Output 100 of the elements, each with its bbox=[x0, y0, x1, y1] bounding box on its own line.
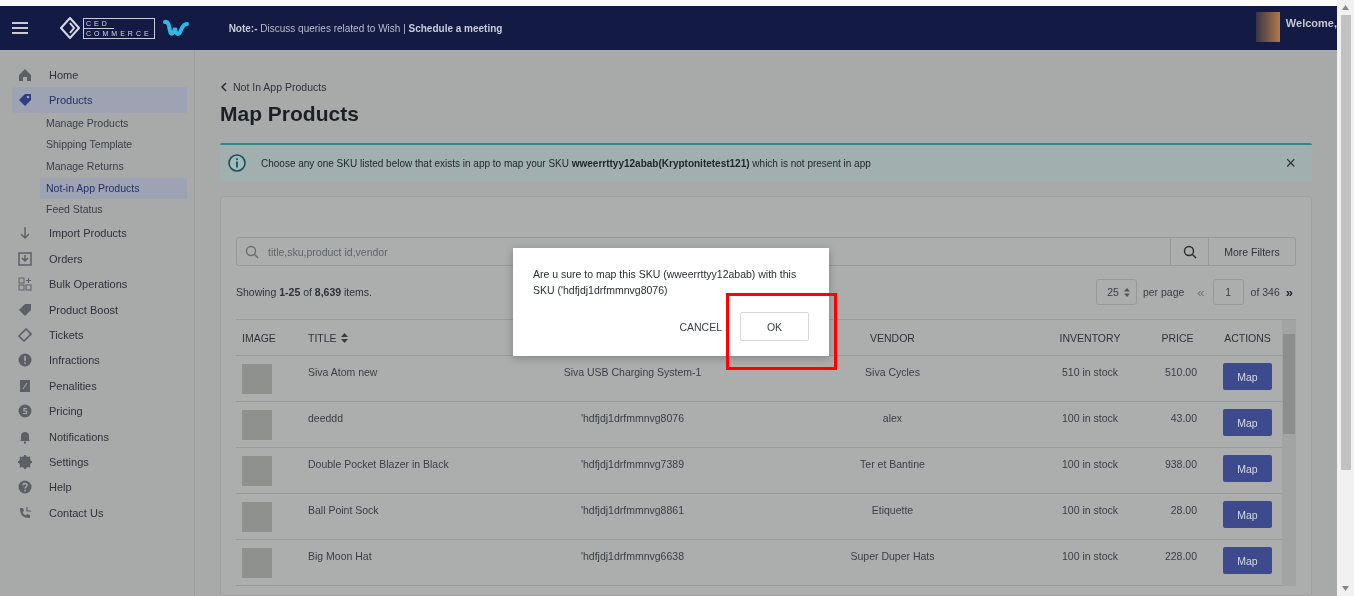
tag-icon bbox=[18, 93, 32, 108]
photo-placeholder bbox=[242, 502, 272, 532]
map-button[interactable]: Map bbox=[1223, 547, 1272, 574]
scrollbar[interactable] bbox=[1282, 320, 1296, 586]
info-message: Choose any one SKU listed below that exists in app to map your SKU wweerrttyy12abab(Kryptonitetest121) which is not present in app bbox=[261, 157, 872, 169]
table-cell-text: 'hdfjdj1drfmmnvg8861 bbox=[580, 503, 685, 518]
dialog-message: Are u sure to map this SKU (wweerrttyy12abab) with this SKU ('hdfjdj1drfmmnvg8076) bbox=[533, 267, 798, 298]
nav-item[interactable]: Product Boost bbox=[12, 296, 187, 323]
cancel-button[interactable]: CANCEL bbox=[673, 319, 728, 334]
up-arrow-icon bbox=[1342, 5, 1349, 10]
map-button[interactable]: Map bbox=[1223, 455, 1272, 482]
photo-placeholder bbox=[242, 456, 272, 486]
nav-item[interactable]: Help bbox=[12, 474, 187, 501]
gear-icon bbox=[18, 454, 32, 469]
nav-subitem[interactable]: Shipping Template bbox=[40, 134, 187, 156]
table-cell-text: Double Pocket Blazer in Black bbox=[307, 457, 450, 472]
table-cell-text: alex bbox=[881, 411, 904, 426]
nav-subitem[interactable]: Feed Status bbox=[40, 199, 187, 221]
table-cell-text: Etiquette bbox=[870, 503, 915, 518]
dollar-icon bbox=[18, 404, 32, 419]
more-filters-button[interactable]: More Filters bbox=[1209, 237, 1296, 266]
table-cell-text: 100 in stock bbox=[1060, 457, 1119, 472]
alert-icon bbox=[18, 353, 32, 368]
table-cell-text: 28.00 bbox=[1169, 503, 1198, 518]
tag-icon bbox=[18, 302, 32, 317]
next-page-button[interactable]: » bbox=[1282, 284, 1296, 300]
nav-subitem[interactable]: Manage Returns bbox=[40, 155, 187, 178]
table-cell-text: Super Duper Hats bbox=[849, 549, 936, 564]
help-icon bbox=[18, 480, 32, 495]
photo-placeholder bbox=[242, 410, 272, 440]
table-cell-text: 43.00 bbox=[1169, 411, 1198, 426]
scrollbar[interactable] bbox=[1337, 0, 1354, 596]
nav-item[interactable]: Infractions bbox=[12, 347, 187, 374]
photo-placeholder bbox=[242, 548, 272, 578]
table-cell-text: 510 in stock bbox=[1060, 365, 1119, 380]
table-cell-text: 228.00 bbox=[1163, 549, 1198, 564]
nav-item[interactable]: Import Products bbox=[12, 220, 187, 247]
search-field[interactable]: title,sku,product id,vendor bbox=[236, 237, 1171, 266]
sort-arrows-icon bbox=[1123, 287, 1130, 297]
nav-subitem[interactable]: Manage Products bbox=[40, 112, 187, 135]
map-button[interactable]: Map bbox=[1223, 363, 1272, 390]
phone-icon bbox=[18, 505, 32, 520]
table-cell-text: 510.00 bbox=[1163, 365, 1198, 380]
table-cell-text: 100 in stock bbox=[1060, 503, 1119, 518]
announcement-text: Note:- Discuss queries related to Wish | Schedule a meeting bbox=[228, 22, 503, 34]
map-button[interactable]: Map bbox=[1223, 409, 1272, 436]
photo-placeholder bbox=[242, 364, 272, 394]
nav-item[interactable]: Pricing bbox=[12, 398, 187, 424]
nav-item[interactable]: Penalities bbox=[12, 373, 187, 399]
home-icon bbox=[18, 67, 32, 82]
search-icon bbox=[245, 245, 259, 259]
info-icon bbox=[228, 154, 246, 172]
wish-logo-icon bbox=[162, 19, 189, 37]
grid-plus-icon bbox=[18, 277, 32, 292]
inbox-download-icon bbox=[18, 251, 32, 266]
nav-subitem[interactable]: Not-in App Products bbox=[40, 177, 187, 200]
page-number-field[interactable]: 1 bbox=[1212, 279, 1244, 305]
column-header: IMAGE bbox=[242, 331, 276, 344]
column-header: PRICE bbox=[1161, 331, 1194, 344]
table-cell-text: 100 in stock bbox=[1060, 549, 1119, 564]
back-link[interactable]: Not In App Products bbox=[220, 81, 327, 93]
welcome-text: Welcome, bbox=[1285, 17, 1337, 29]
table-cell-text: 938.00 bbox=[1163, 457, 1198, 472]
nav-item[interactable]: Settings bbox=[12, 449, 187, 475]
table-cell-text: 'hdfjdj1drfmmnvg6638 bbox=[580, 549, 685, 564]
sort-icon bbox=[340, 332, 348, 343]
column-header[interactable]: TITLE bbox=[308, 331, 337, 344]
search-button[interactable] bbox=[1171, 237, 1209, 266]
down-arrow-icon bbox=[18, 226, 32, 241]
search-icon bbox=[1182, 244, 1197, 259]
table-cell-text: Siva Cycles bbox=[864, 365, 921, 380]
table-cell-text: deeddd bbox=[307, 411, 345, 426]
table-cell-text: 100 in stock bbox=[1060, 411, 1119, 426]
nav-item[interactable]: Home bbox=[12, 62, 187, 88]
map-button[interactable]: Map bbox=[1223, 501, 1272, 528]
menu-icon[interactable] bbox=[12, 21, 28, 35]
table-cell-text: 'hdfjdj1drfmmnvg7389 bbox=[580, 457, 685, 472]
ok-button[interactable]: OK bbox=[740, 312, 809, 341]
column-header: VENDOR bbox=[870, 331, 915, 344]
close-button[interactable]: × bbox=[1281, 152, 1300, 174]
page-count-text: of 346 bbox=[1250, 286, 1280, 298]
ticket-icon bbox=[18, 328, 32, 342]
table-cell-text: 'hdfjdj1drfmmnvg8076 bbox=[580, 411, 685, 426]
table-cell-text: Siva Atom new bbox=[307, 365, 379, 380]
table-cell-text: Ball Point Sock bbox=[307, 503, 380, 518]
diamond-logo-icon bbox=[60, 17, 80, 39]
down-arrow-icon bbox=[1342, 586, 1349, 591]
table-cell-text: Siva USB Charging System-1 bbox=[562, 365, 703, 380]
percent-receipt-icon bbox=[18, 378, 32, 393]
per-page-select[interactable]: 25 bbox=[1096, 279, 1137, 305]
nav-item[interactable]: Tickets bbox=[12, 322, 187, 348]
per-page-label: per page bbox=[1142, 286, 1185, 298]
nav-item[interactable]: Bulk Operations bbox=[12, 271, 187, 297]
avatar-placeholder bbox=[1255, 12, 1280, 42]
nav-item[interactable]: Products bbox=[12, 87, 187, 113]
nav-item[interactable]: Notifications bbox=[12, 423, 187, 450]
nav-item[interactable]: Orders bbox=[12, 246, 187, 272]
nav-item[interactable]: Contact Us bbox=[12, 500, 187, 526]
items-count-text: Showing 1-25 of 8,639 items. bbox=[236, 286, 372, 298]
chevron-left-icon bbox=[220, 82, 227, 92]
